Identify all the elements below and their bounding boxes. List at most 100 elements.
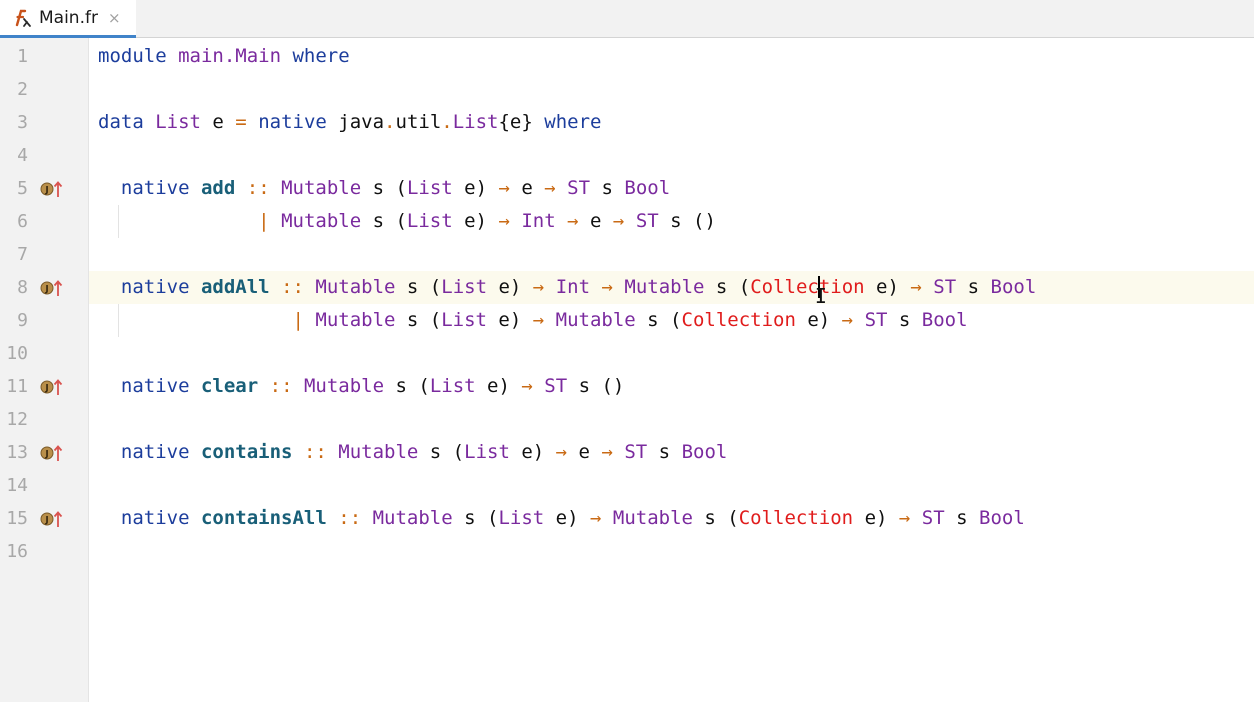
- line-number: 10: [6, 343, 28, 364]
- code-token: .: [384, 111, 396, 133]
- java-implementation-icon[interactable]: J: [40, 509, 64, 529]
- line-number: 11: [6, 376, 28, 397]
- java-implementation-icon[interactable]: J: [40, 179, 64, 199]
- code-token: List: [498, 507, 545, 529]
- close-icon[interactable]: ×: [108, 9, 121, 27]
- line-number: 14: [6, 475, 28, 496]
- code-line[interactable]: native addAll :: Mutable s (List e) → In…: [98, 271, 1036, 304]
- code-token: s (: [452, 507, 499, 529]
- line-number: 1: [17, 46, 28, 67]
- code-token: e): [544, 507, 590, 529]
- code-token: s (: [361, 210, 407, 232]
- code-token: main.Main: [178, 45, 282, 67]
- java-implementation-icon[interactable]: J: [40, 278, 64, 298]
- code-token: Mutable: [372, 507, 453, 529]
- code-token: →: [601, 441, 613, 463]
- code-token: ST: [544, 375, 568, 397]
- svg-text:J: J: [44, 450, 48, 460]
- code-token: e: [200, 111, 236, 133]
- code-token: →: [532, 309, 545, 331]
- java-implementation-icon[interactable]: J: [40, 443, 64, 463]
- code-token: e): [509, 441, 556, 463]
- tab-main-fr[interactable]: Main.fr ×: [0, 0, 136, 38]
- code-token: Collection: [750, 276, 865, 298]
- code-line[interactable]: | Mutable s (List e) → Mutable s (Collec…: [98, 304, 967, 337]
- code-token: native: [120, 375, 201, 397]
- code-token: |: [258, 210, 270, 232]
- code-token: →: [567, 210, 579, 232]
- code-editor[interactable]: module main.Main where data List e = nati…: [89, 38, 1254, 702]
- code-token: ST: [933, 276, 957, 298]
- line-number: 4: [17, 145, 28, 166]
- java-implementation-icon[interactable]: J: [40, 377, 64, 397]
- code-token: e): [864, 276, 911, 298]
- code-token: s: [590, 177, 625, 199]
- svg-text:J: J: [44, 516, 48, 526]
- code-token: Mutable: [281, 210, 362, 232]
- code-token: e): [452, 177, 499, 199]
- code-token: Collection: [681, 309, 796, 331]
- line-number: 9: [17, 310, 28, 331]
- code-token: →: [498, 177, 510, 199]
- code-token: s (: [395, 276, 442, 298]
- code-token: e): [795, 309, 842, 331]
- code-token: s: [887, 309, 922, 331]
- code-token: Mutable: [281, 177, 362, 199]
- code-token: List: [464, 441, 510, 463]
- code-token: →: [910, 276, 922, 298]
- code-token: java: [326, 111, 385, 133]
- code-token: e): [853, 507, 899, 529]
- code-token: List: [406, 210, 453, 232]
- code-token: →: [898, 507, 911, 529]
- code-line[interactable]: data List e = native java.util.List{e} w…: [98, 106, 601, 139]
- code-token: e): [486, 309, 533, 331]
- code-token: List: [452, 111, 499, 133]
- code-token: →: [544, 177, 556, 199]
- code-token: s: [944, 507, 980, 529]
- line-number: 15: [6, 508, 28, 529]
- code-token: s (): [658, 210, 716, 232]
- code-token: ::: [246, 177, 270, 199]
- code-token: →: [589, 507, 602, 529]
- code-token: s (: [704, 276, 751, 298]
- code-token: ::: [303, 441, 327, 463]
- code-token: e: [509, 177, 545, 199]
- code-token: s (: [361, 177, 407, 199]
- code-line[interactable]: native clear :: Mutable s (List e) → ST …: [98, 370, 624, 403]
- line-number: 8: [17, 277, 28, 298]
- code-line[interactable]: native contains :: Mutable s (List e) → …: [98, 436, 727, 469]
- code-token: e): [452, 210, 499, 232]
- code-token: s: [647, 441, 682, 463]
- mouse-ibeam-cursor: I: [814, 284, 827, 308]
- code-token: List: [155, 111, 201, 133]
- code-line[interactable]: native add :: Mutable s (List e) → e → S…: [98, 172, 670, 205]
- code-token: |: [292, 309, 304, 331]
- code-line[interactable]: native containsAll :: Mutable s (List e)…: [98, 502, 1025, 535]
- line-number: 6: [17, 211, 28, 232]
- code-token: contains: [200, 441, 293, 463]
- code-line[interactable]: module main.Main where: [98, 40, 350, 73]
- code-token: s: [956, 276, 991, 298]
- code-token: List: [406, 177, 453, 199]
- code-token: .: [441, 111, 453, 133]
- code-line[interactable]: | Mutable s (List e) → Int → e → ST s (): [98, 205, 716, 238]
- code-token: s (: [384, 375, 430, 397]
- code-token: Mutable: [303, 375, 385, 397]
